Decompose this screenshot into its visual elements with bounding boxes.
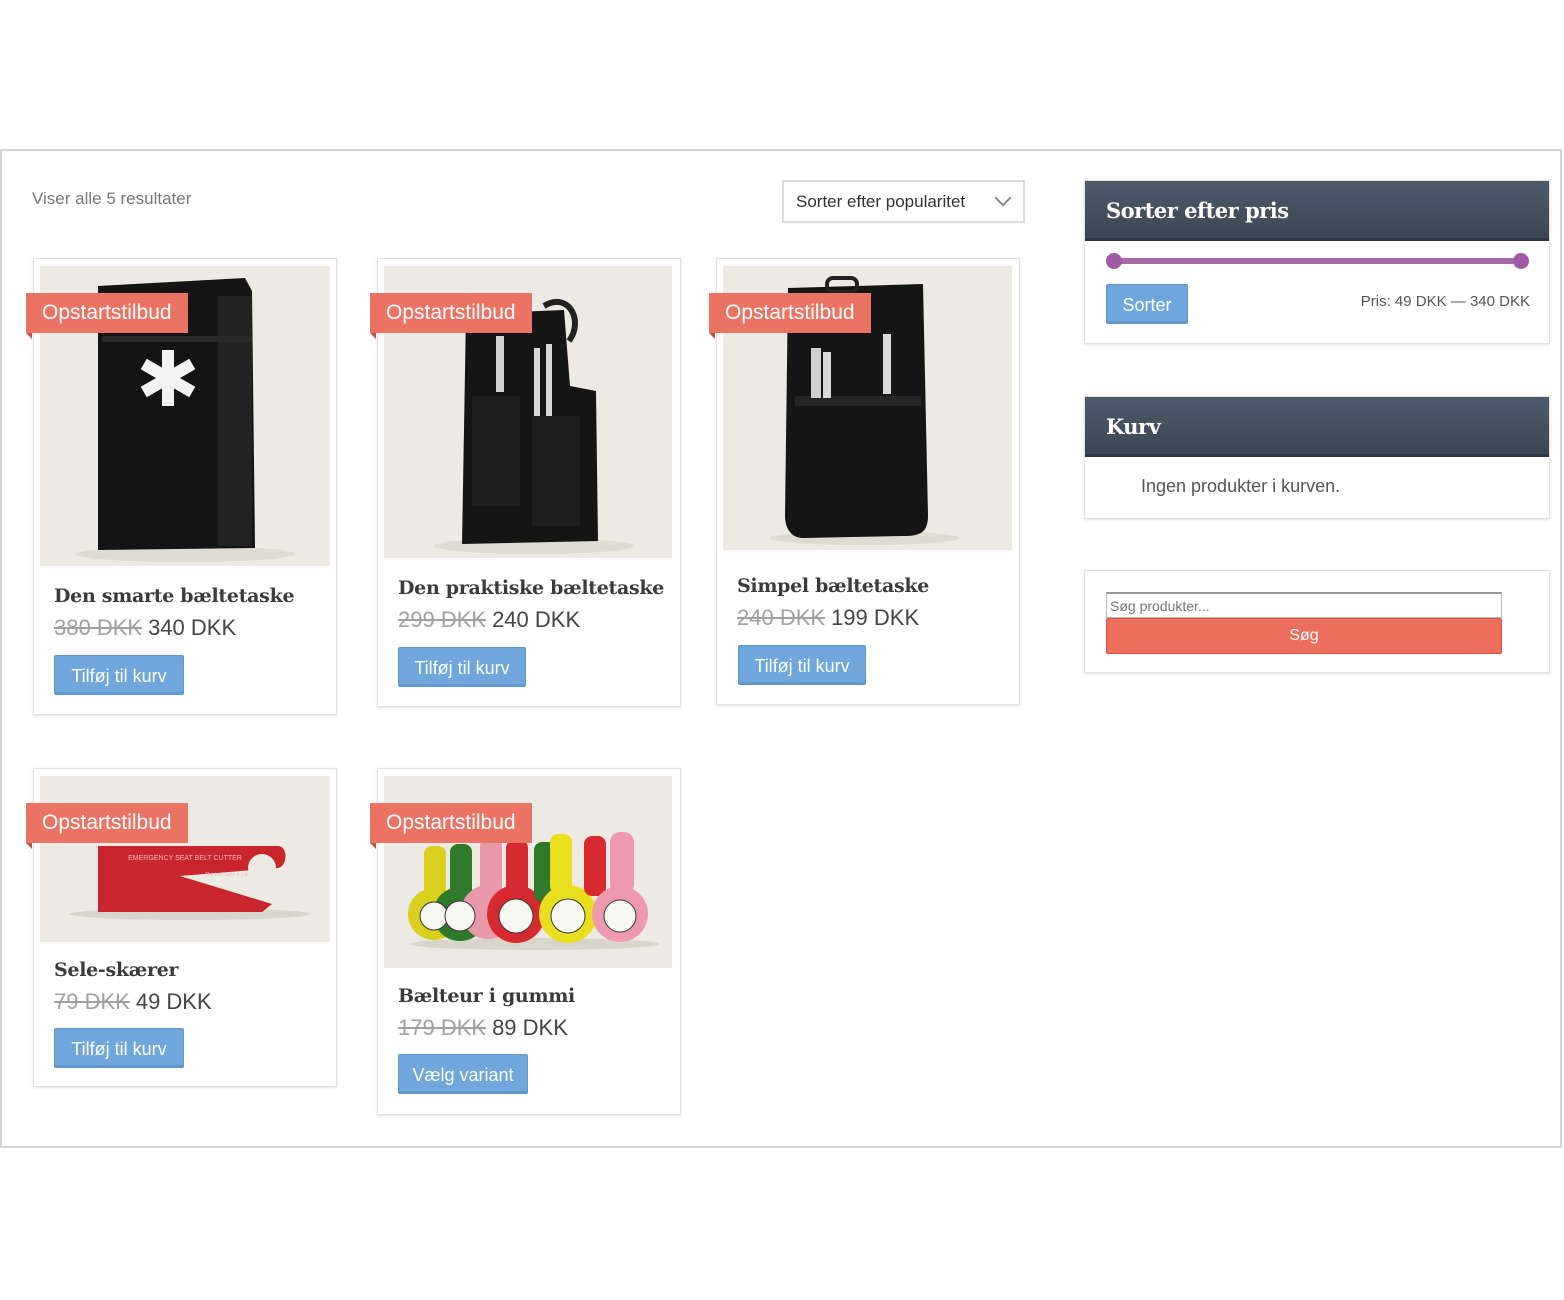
sale-badge: Opstartstilbud xyxy=(26,803,188,849)
seat-belt-cutter-image: EMERGENCY SEAT BELT CUTTER The tool save… xyxy=(40,776,330,942)
sale-badge: Opstartstilbud xyxy=(26,293,188,339)
price-filter-heading: Sorter efter pris xyxy=(1085,181,1549,241)
product-image-text: EMERGENCY SEAT BELT CUTTER xyxy=(128,855,242,862)
product-price: 79 DKK 49 DKK xyxy=(54,989,212,1015)
select-variant-button[interactable]: Vælg variant xyxy=(398,1054,528,1094)
old-price: 299 DKK xyxy=(398,607,487,632)
sale-badge: Opstartstilbud xyxy=(709,293,871,339)
price-slider-max-handle[interactable] xyxy=(1513,253,1529,269)
product-title[interactable]: Den praktiske bæltetaske xyxy=(398,577,664,599)
result-count: Viser alle 5 resultater xyxy=(32,189,192,208)
add-to-cart-button[interactable]: Tilføj til kurv xyxy=(398,647,526,687)
new-price: 340 DKK xyxy=(148,615,237,640)
product-price: 240 DKK 199 DKK xyxy=(737,605,919,631)
product-search-input[interactable] xyxy=(1106,592,1502,618)
old-price: 79 DKK xyxy=(54,989,130,1014)
product-title[interactable]: Bælteur i gummi xyxy=(398,985,575,1007)
old-price: 179 DKK xyxy=(398,1015,487,1040)
cart-heading: Kurv xyxy=(1085,397,1549,457)
price-slider-range[interactable] xyxy=(1114,258,1521,264)
product-title[interactable]: Den smarte bæltetaske xyxy=(54,585,295,607)
sort-selected-label: Sorter efter popularitet xyxy=(796,192,966,211)
product-image[interactable]: EMERGENCY SEAT BELT CUTTER The tool save… xyxy=(40,776,330,942)
add-to-cart-button[interactable]: Tilføj til kurv xyxy=(738,645,866,685)
product-price: 179 DKK 89 DKK xyxy=(398,1015,568,1041)
add-to-cart-button[interactable]: Tilføj til kurv xyxy=(54,655,184,695)
old-price: 240 DKK xyxy=(737,605,826,630)
new-price: 240 DKK xyxy=(492,607,581,632)
price-range-label: Pris: 49 DKK — 340 DKK xyxy=(1360,293,1530,310)
product-image-tagline: The tool save a Life xyxy=(205,872,249,878)
product-title[interactable]: Sele-skærer xyxy=(54,959,179,981)
cart-widget: Kurv xyxy=(1084,396,1550,519)
new-price: 199 DKK xyxy=(831,605,920,630)
new-price: 49 DKK xyxy=(135,989,212,1014)
product-price: 380 DKK 340 DKK xyxy=(54,615,236,641)
sort-select[interactable]: Sorter efter popularitet xyxy=(782,180,1025,223)
chevron-down-icon xyxy=(994,189,1012,207)
sale-badge: Opstartstilbud xyxy=(370,293,532,339)
price-slider-min-handle[interactable] xyxy=(1106,253,1122,269)
new-price: 89 DKK xyxy=(492,1015,568,1040)
add-to-cart-button[interactable]: Tilføj til kurv xyxy=(54,1028,184,1068)
product-title[interactable]: Simpel bæltetaske xyxy=(737,575,929,597)
old-price: 380 DKK xyxy=(54,615,143,640)
cart-empty-message: Ingen produkter i kurven. xyxy=(1141,476,1341,496)
product-price: 299 DKK 240 DKK xyxy=(398,607,580,633)
sale-badge: Opstartstilbud xyxy=(370,803,532,849)
search-button[interactable]: Søg xyxy=(1106,618,1502,654)
price-filter-button[interactable]: Sorter xyxy=(1106,284,1188,324)
